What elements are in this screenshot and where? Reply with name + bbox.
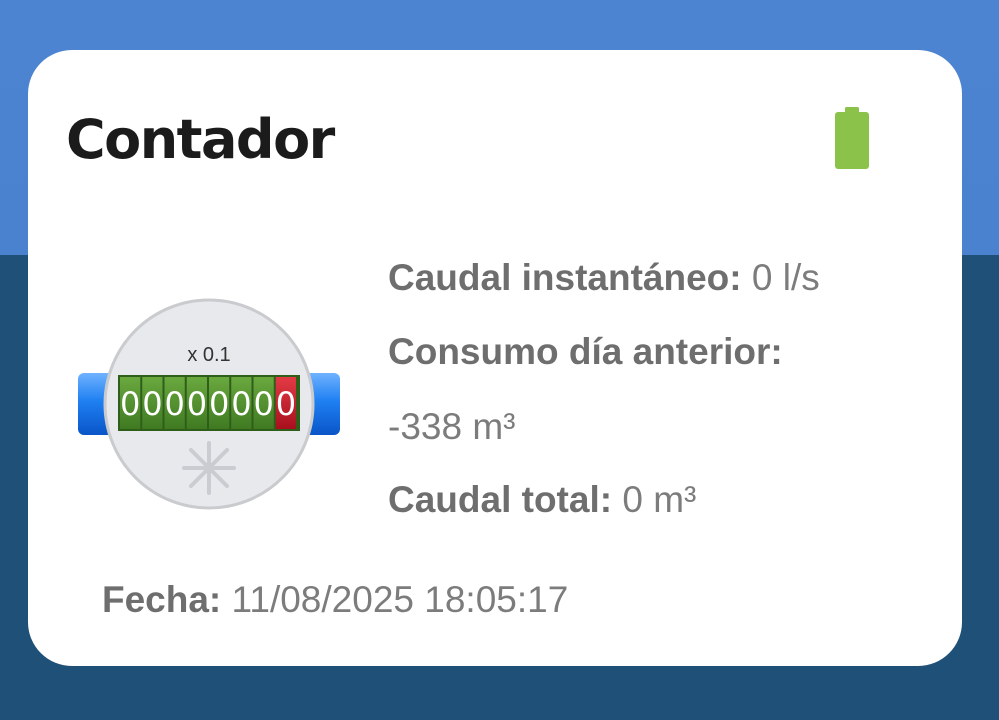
fecha-value: 11/08/2025 18:05:17	[221, 579, 569, 620]
card-title: Contador	[66, 108, 335, 171]
water-meter-icon: x 0.1 00000000	[78, 298, 340, 510]
meter-digit: 0	[164, 385, 184, 423]
meter-digit: 0	[209, 385, 229, 423]
caudal-total-label: Caudal total:	[388, 479, 613, 520]
meter-digit: 0	[253, 385, 273, 423]
fecha: Fecha: 11/08/2025 18:05:17	[102, 578, 568, 622]
fecha-label: Fecha:	[102, 579, 222, 620]
caudal-total: Caudal total: 0 m³	[388, 478, 696, 522]
meter-multiplier: x 0.1	[187, 344, 230, 366]
consumo-dia-anterior-value: -338 m³	[388, 406, 516, 447]
caudal-instantaneo-label: Caudal instantáneo:	[388, 257, 742, 298]
meter-digit: 0	[187, 385, 207, 423]
battery-full-icon	[835, 107, 869, 169]
caudal-total-value: 0 m³	[612, 479, 697, 520]
meter-card: Contador x 0.1 0 0 0 0 0 0 0 0 Caudal in…	[28, 50, 962, 666]
meter-digit: 0	[231, 385, 251, 423]
asterisk-icon	[182, 441, 236, 495]
consumo-dia-anterior-label: Consumo día anterior:	[388, 331, 783, 372]
caudal-instantaneo: Caudal instantáneo: 0 l/s	[388, 256, 820, 300]
consumo-dia-anterior: Consumo día anterior:	[388, 330, 783, 374]
caudal-instantaneo-value: 0 l/s	[741, 257, 820, 298]
meter-digit: 0	[142, 385, 162, 423]
meter-decimal-digit: 0	[276, 385, 296, 423]
meter-digit: 0	[120, 385, 140, 423]
